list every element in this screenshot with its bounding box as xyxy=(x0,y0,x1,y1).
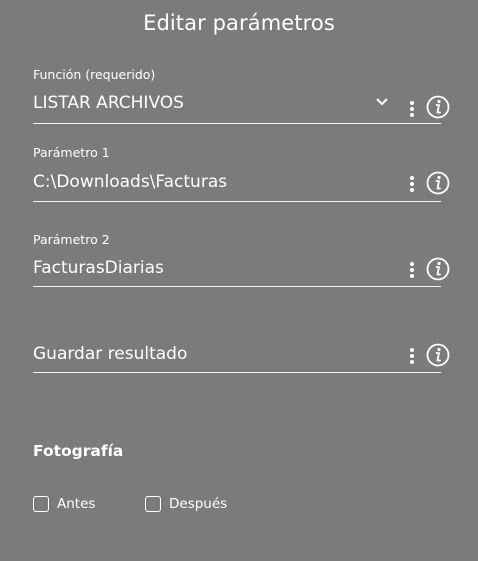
parameter-2-value[interactable]: FacturasDiarias xyxy=(33,258,164,278)
save-result-value[interactable]: Guardar resultado xyxy=(33,344,187,364)
parameter-1-underline xyxy=(33,201,441,202)
parameter-2-field[interactable]: Parámetro 2 FacturasDiarias xyxy=(33,231,450,291)
after-checkbox-label: Después xyxy=(169,496,228,512)
function-value[interactable]: LISTAR ARCHIVOS xyxy=(33,93,184,113)
dialog-title: Editar parámetros xyxy=(143,11,335,35)
info-icon[interactable] xyxy=(426,343,450,367)
info-icon[interactable] xyxy=(426,171,450,195)
kebab-menu-icon[interactable] xyxy=(409,261,415,279)
after-checkbox[interactable] xyxy=(145,496,161,512)
function-field[interactable]: Función (requerido) LISTAR ARCHIVOS xyxy=(33,66,450,126)
parameter-1-field[interactable]: Parámetro 1 C:\Downloads\Facturas xyxy=(33,144,450,204)
save-result-field[interactable]: Guardar resultado xyxy=(33,316,450,376)
before-checkbox-option[interactable]: Antes xyxy=(33,494,95,514)
save-result-underline xyxy=(33,372,441,373)
info-icon[interactable] xyxy=(426,257,450,281)
after-checkbox-option[interactable]: Después xyxy=(145,494,227,514)
before-checkbox[interactable] xyxy=(33,496,49,512)
kebab-menu-icon[interactable] xyxy=(409,100,415,118)
parameter-1-value[interactable]: C:\Downloads\Facturas xyxy=(33,172,227,192)
kebab-menu-icon[interactable] xyxy=(409,175,415,193)
parameter-2-label: Parámetro 2 xyxy=(33,232,110,247)
kebab-menu-icon[interactable] xyxy=(409,347,415,365)
parameter-1-label: Parámetro 1 xyxy=(33,145,110,160)
function-label: Función (requerido) xyxy=(33,67,156,82)
info-icon[interactable] xyxy=(426,95,450,119)
photo-section-heading: Fotografía xyxy=(33,442,124,460)
function-underline xyxy=(33,123,441,124)
chevron-down-icon[interactable] xyxy=(375,97,389,107)
parameter-2-underline xyxy=(33,286,441,287)
before-checkbox-label: Antes xyxy=(57,496,96,512)
